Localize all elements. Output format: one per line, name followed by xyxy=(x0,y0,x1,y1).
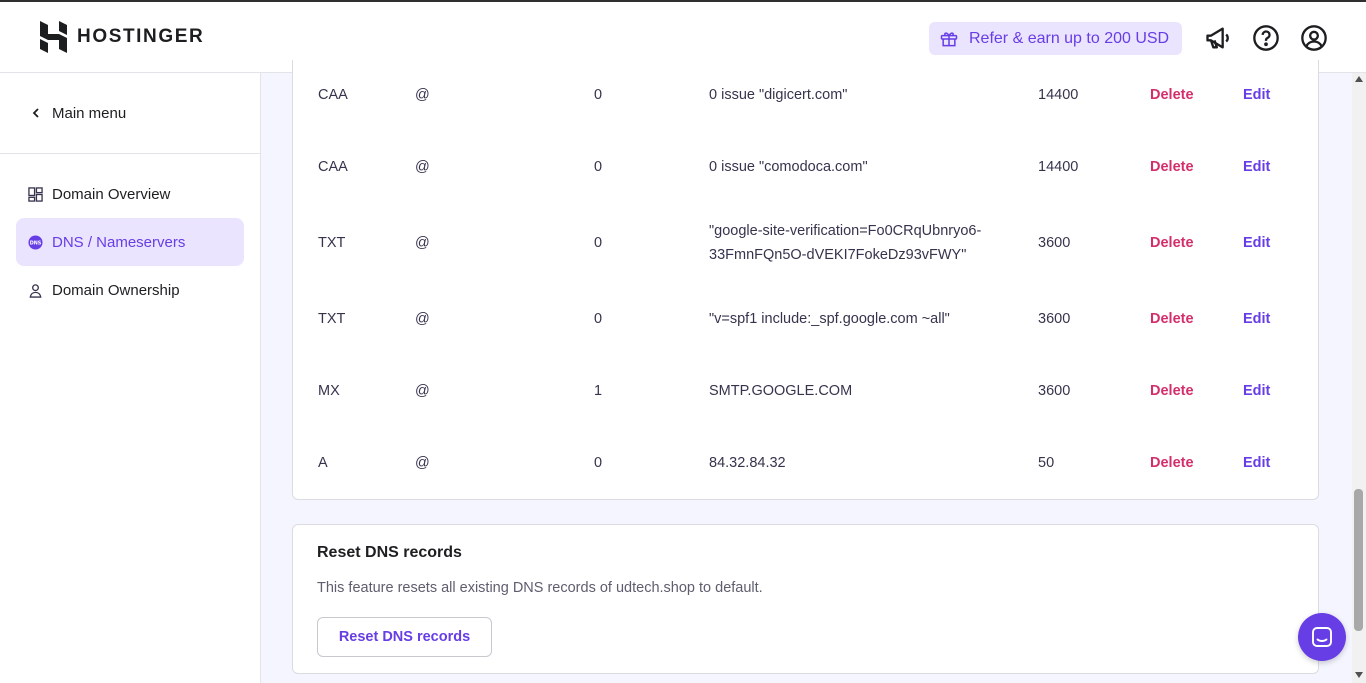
record-name: @ xyxy=(415,159,430,175)
record-content-line: 33FmnFQn5O-dVEKI7FokeDz93vFWY" xyxy=(709,247,967,263)
sidebar-item-label: DNS / Nameservers xyxy=(52,233,186,251)
delete-button[interactable]: Delete xyxy=(1150,451,1194,475)
sidebar-item-label: Domain Overview xyxy=(52,185,171,203)
record-type: CAA xyxy=(318,87,348,103)
record-priority: 1 xyxy=(594,383,603,399)
delete-button[interactable]: Delete xyxy=(1150,307,1194,331)
record-name: @ xyxy=(415,455,430,471)
record-ttl: 14400 xyxy=(1038,159,1079,175)
reset-dns-button[interactable]: Reset DNS records xyxy=(317,617,492,657)
sidebar-item-domain-ownership[interactable]: Domain Ownership xyxy=(16,266,244,314)
edit-button[interactable]: Edit xyxy=(1243,451,1270,475)
edit-button[interactable]: Edit xyxy=(1243,155,1270,179)
edit-button[interactable]: Edit xyxy=(1243,83,1270,107)
record-ttl: 3600 xyxy=(1038,311,1071,327)
main-menu-back[interactable]: Main menu xyxy=(0,73,260,154)
record-content: 0 issue "digicert.com" xyxy=(709,87,848,103)
dns-icon: DNS xyxy=(28,234,43,250)
scroll-down-arrow-icon[interactable] xyxy=(1355,672,1363,678)
brand-name: HOSTINGER xyxy=(77,26,205,47)
scroll-up-arrow-icon[interactable] xyxy=(1355,76,1363,82)
record-type: TXT xyxy=(318,311,346,327)
reset-title: Reset DNS records xyxy=(317,544,462,561)
hostinger-logo[interactable]: HOSTINGER xyxy=(40,21,204,53)
record-priority: 0 xyxy=(594,235,603,251)
sidebar: Main menu Domain Overview DNS DNS / Name… xyxy=(0,73,261,683)
scrollbar-thumb[interactable] xyxy=(1354,489,1363,631)
gift-icon xyxy=(940,31,958,46)
svg-text:DNS: DNS xyxy=(30,240,42,246)
record-name: @ xyxy=(415,383,430,399)
scrollbar[interactable] xyxy=(1352,73,1366,683)
record-type: A xyxy=(318,455,328,471)
megaphone-icon[interactable] xyxy=(1204,24,1232,52)
record-ttl: 3600 xyxy=(1038,383,1071,399)
hostinger-logo-icon xyxy=(40,21,67,53)
grid-icon xyxy=(28,186,43,202)
record-content-line: "google-site-verification=Fo0CRqUbnryo6- xyxy=(709,223,982,239)
record-ttl: 14400 xyxy=(1038,87,1079,103)
reset-dns-section: Reset DNS records This feature resets al… xyxy=(292,524,1319,674)
record-content: 84.32.84.32 xyxy=(709,455,786,471)
record-priority: 0 xyxy=(594,455,603,471)
record-content: "google-site-verification=Fo0CRqUbnryo6-… xyxy=(709,219,1009,267)
delete-button[interactable]: Delete xyxy=(1150,379,1194,403)
record-name: @ xyxy=(415,235,430,251)
help-icon[interactable] xyxy=(1252,24,1280,52)
delete-button[interactable]: Delete xyxy=(1150,155,1194,179)
sidebar-item-domain-overview[interactable]: Domain Overview xyxy=(16,170,244,218)
record-type: TXT xyxy=(318,235,346,251)
record-ttl: 3600 xyxy=(1038,235,1071,251)
edit-button[interactable]: Edit xyxy=(1243,307,1270,331)
record-type: MX xyxy=(318,383,340,399)
record-name: @ xyxy=(415,311,430,327)
chat-icon xyxy=(1312,627,1332,647)
record-type: CAA xyxy=(318,159,348,175)
dns-records-table: CAA @ 0 0 issue "digicert.com" 14400 Del… xyxy=(292,60,1319,500)
account-icon[interactable] xyxy=(1300,24,1328,52)
edit-button[interactable]: Edit xyxy=(1243,231,1270,255)
refer-earn-button[interactable]: Refer & earn up to 200 USD xyxy=(929,22,1182,55)
edit-button[interactable]: Edit xyxy=(1243,379,1270,403)
delete-button[interactable]: Delete xyxy=(1150,231,1194,255)
record-priority: 0 xyxy=(594,311,603,327)
sidebar-item-label: Domain Ownership xyxy=(52,281,180,299)
refer-label: Refer & earn up to 200 USD xyxy=(969,29,1170,47)
record-content: 0 issue "comodoca.com" xyxy=(709,159,868,175)
record-priority: 0 xyxy=(594,87,603,103)
sidebar-item-dns-nameservers[interactable]: DNS DNS / Nameservers xyxy=(16,218,244,266)
record-content: "v=spf1 include:_spf.google.com ~all" xyxy=(709,311,950,327)
record-content: SMTP.GOOGLE.COM xyxy=(709,383,853,399)
reset-description: This feature resets all existing DNS rec… xyxy=(317,580,763,596)
main-menu-label: Main menu xyxy=(52,104,127,122)
chat-launcher-button[interactable] xyxy=(1298,613,1346,661)
chevron-left-icon xyxy=(32,108,39,118)
person-icon xyxy=(29,283,42,298)
record-name: @ xyxy=(415,87,430,103)
record-ttl: 50 xyxy=(1038,455,1055,471)
record-priority: 0 xyxy=(594,159,603,175)
delete-button[interactable]: Delete xyxy=(1150,83,1194,107)
